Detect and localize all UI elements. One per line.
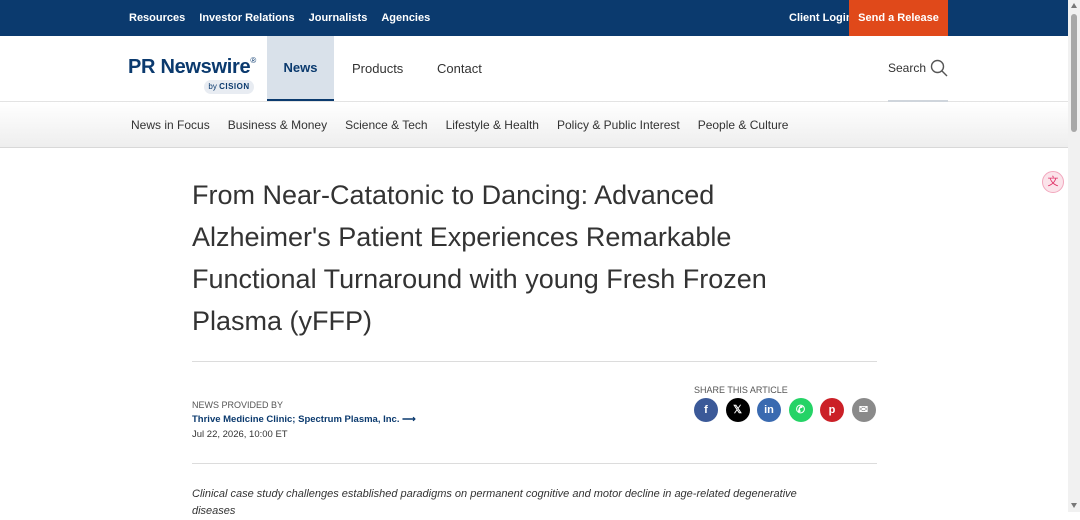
cision-badge: by CISION (204, 80, 254, 94)
scrollbar-thumb[interactable] (1071, 14, 1077, 132)
category-news-in-focus[interactable]: News in Focus (131, 118, 210, 132)
divider-top (192, 361, 877, 362)
pr-newswire-logo[interactable]: PR Newswire® by CISION (128, 56, 257, 94)
category-lifestyle-health[interactable]: Lifestyle & Health (446, 118, 539, 132)
top-links: Resources Investor Relations Journalists… (129, 0, 444, 36)
category-science-tech[interactable]: Science & Tech (345, 118, 428, 132)
client-login-link[interactable]: Client Login (789, 0, 853, 36)
scroll-down-arrow-icon[interactable] (1071, 503, 1077, 508)
share-icons: f 𝕏 in ✆ p ✉ (694, 398, 883, 422)
logo-registered-mark: ® (250, 56, 257, 65)
x-icon[interactable]: 𝕏 (725, 398, 750, 422)
logo-cision: CISION (219, 82, 250, 91)
search-label: Search (888, 61, 927, 75)
search-button[interactable]: Search (888, 36, 948, 102)
search-icon (930, 59, 948, 77)
category-people-culture[interactable]: People & Culture (698, 118, 789, 132)
category-business-money[interactable]: Business & Money (228, 118, 327, 132)
category-policy-public-interest[interactable]: Policy & Public Interest (557, 118, 680, 132)
article-dateline: Jul 22, 2026, 10:00 ET (192, 429, 288, 440)
translate-icon[interactable]: 文 (1042, 171, 1064, 193)
category-bar: News in Focus Business & Money Science &… (0, 102, 1068, 148)
resources-link[interactable]: Resources (129, 12, 185, 24)
main-header: PR Newswire® by CISION News Products Con… (0, 36, 1068, 102)
category-list: News in Focus Business & Money Science &… (131, 102, 806, 147)
nav-news[interactable]: News (267, 36, 334, 101)
company-link[interactable]: Thrive Medicine Clinic; Spectrum Plasma,… (192, 414, 416, 425)
journalists-link[interactable]: Journalists (309, 12, 368, 24)
scroll-up-arrow-icon[interactable] (1071, 3, 1077, 8)
linkedin-icon[interactable]: in (757, 398, 781, 422)
news-provided-label: NEWS PROVIDED BY (192, 400, 284, 410)
divider-bottom (192, 463, 877, 464)
page-scrollbar[interactable] (1068, 0, 1080, 512)
logo-by: by (208, 82, 217, 91)
send-release-button[interactable]: Send a Release (849, 0, 948, 36)
article-subhead: Clinical case study challenges establish… (192, 488, 797, 517)
article-title: From Near-Catatonic to Dancing: Advanced… (192, 180, 767, 336)
nav-contact[interactable]: Contact (437, 36, 482, 101)
top-bar: Resources Investor Relations Journalists… (0, 0, 1068, 36)
facebook-icon[interactable]: f (694, 398, 718, 422)
share-label: SHARE THIS ARTICLE (694, 385, 788, 395)
agencies-link[interactable]: Agencies (381, 12, 430, 24)
logo-text: PR Newswire (128, 56, 251, 78)
whatsapp-icon[interactable]: ✆ (788, 398, 813, 422)
pinterest-icon[interactable]: p (820, 398, 844, 422)
investor-relations-link[interactable]: Investor Relations (199, 12, 294, 24)
nav-products[interactable]: Products (352, 36, 403, 101)
email-icon[interactable]: ✉ (851, 398, 876, 422)
